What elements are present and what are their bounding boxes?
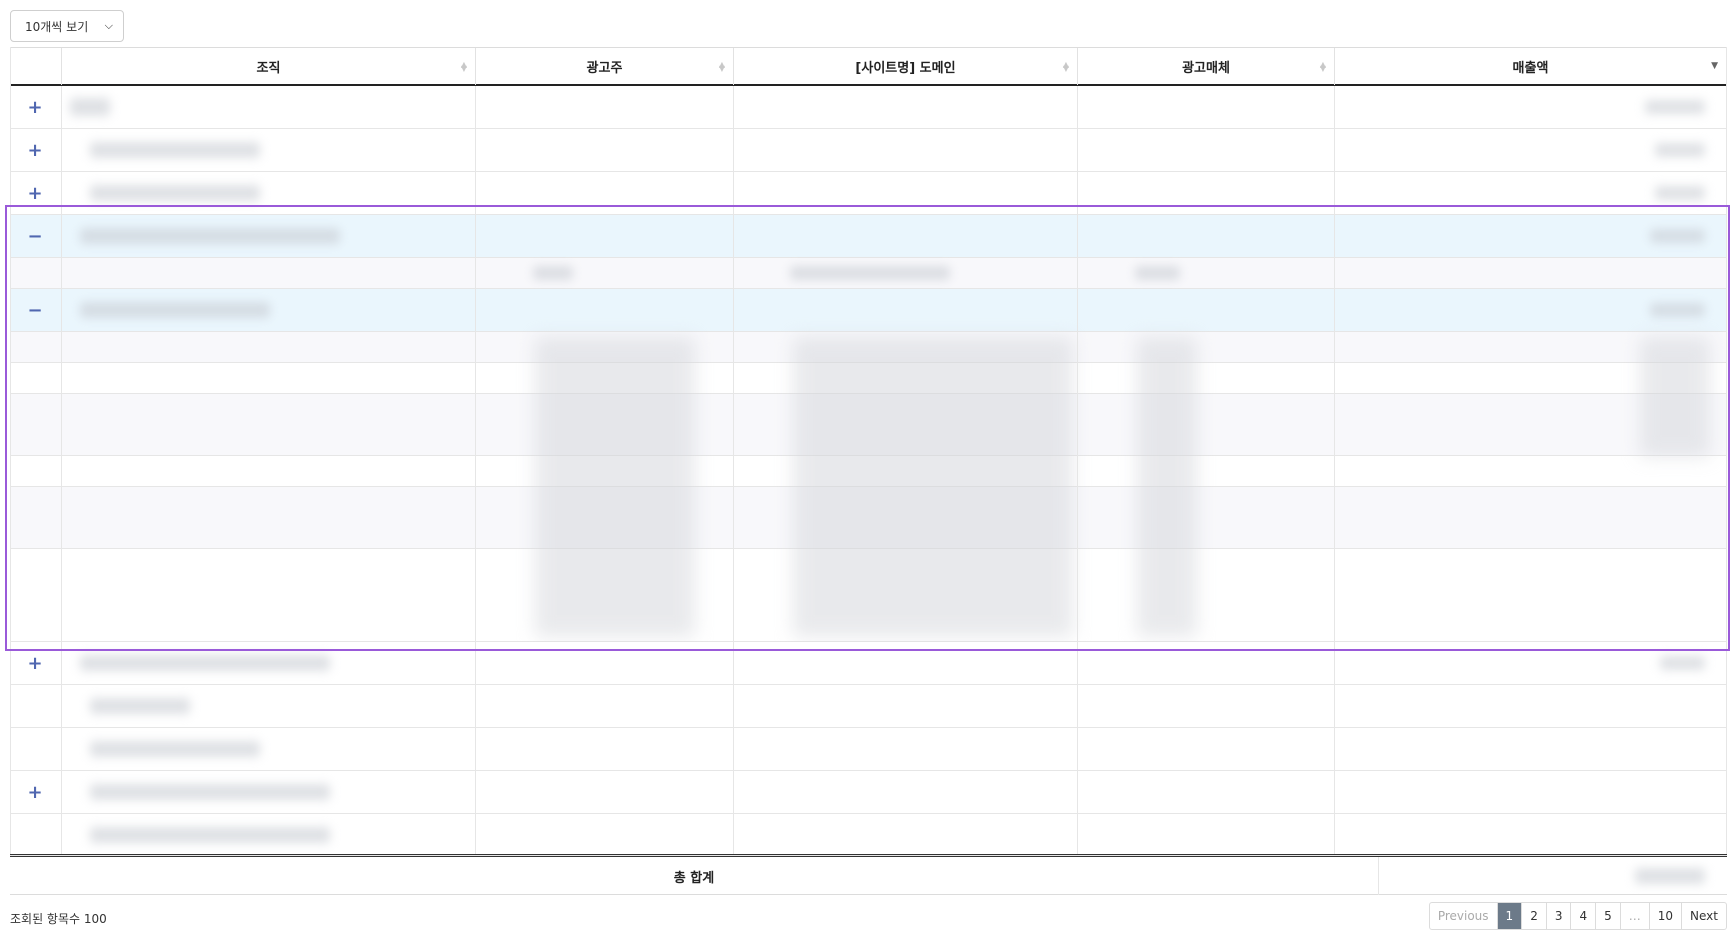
previous-button[interactable]: Previous: [1430, 903, 1497, 929]
redacted-block: [793, 337, 1073, 637]
redacted-text: [90, 185, 260, 201]
column-divider: [733, 86, 734, 856]
page-length-label: 10개씩 보기: [25, 19, 89, 34]
table-footer: 총 합계: [10, 854, 1727, 895]
redacted-text: [533, 266, 573, 280]
table-row: [10, 685, 1727, 728]
plus-icon[interactable]: +: [10, 129, 60, 172]
table-row-expanded: −: [10, 215, 1727, 258]
plus-icon[interactable]: +: [10, 642, 60, 685]
redacted-text: [70, 98, 110, 116]
column-divider: [1077, 86, 1078, 856]
table-row: +: [10, 172, 1727, 215]
minus-icon[interactable]: −: [10, 215, 60, 258]
table-row: +: [10, 771, 1727, 814]
table-row: [10, 728, 1727, 771]
page-4-button[interactable]: 4: [1570, 903, 1595, 929]
pagination: Previous 1 2 3 4 5 … 10 Next: [1428, 902, 1727, 930]
table-row: +: [10, 129, 1727, 172]
redacted-value: [1650, 229, 1705, 243]
redacted-text: [1135, 266, 1180, 280]
sort-icon: ▲ ▼: [460, 60, 467, 73]
header-site-domain[interactable]: [사이트명] 도메인 ▲ ▼: [733, 48, 1077, 85]
header-ad-media[interactable]: 광고매체 ▲ ▼: [1077, 48, 1334, 85]
redacted-value: [1660, 656, 1705, 670]
redacted-text: [80, 655, 330, 671]
redacted-text: [80, 302, 270, 318]
column-divider: [61, 86, 62, 856]
header-toggle-col: [10, 48, 61, 85]
column-divider: [1334, 86, 1335, 856]
record-count: 조회된 항목수 100: [10, 912, 107, 926]
redacted-text: [90, 784, 330, 800]
page-5-button[interactable]: 5: [1595, 903, 1620, 929]
table-child-row: [10, 258, 1727, 289]
ellipsis: …: [1619, 903, 1649, 929]
redacted-total: [1635, 868, 1705, 884]
page-10-button[interactable]: 10: [1648, 903, 1681, 929]
total-label: 총 합계: [673, 870, 715, 886]
sort-desc-icon: ▼: [1711, 61, 1718, 71]
redacted-text: [80, 228, 340, 244]
header-organization[interactable]: 조직 ▲ ▼: [61, 48, 475, 85]
sort-icon: ▲ ▼: [1319, 60, 1326, 73]
next-button[interactable]: Next: [1681, 903, 1726, 929]
table-row: +: [10, 86, 1727, 129]
sort-icon: ▲ ▼: [1062, 60, 1069, 73]
minus-icon[interactable]: −: [10, 289, 60, 332]
table-row: +: [10, 642, 1727, 685]
plus-icon[interactable]: +: [10, 771, 60, 814]
redacted-block: [1640, 337, 1710, 457]
column-divider: [475, 86, 476, 856]
plus-icon[interactable]: +: [10, 86, 60, 129]
page-1-button[interactable]: 1: [1496, 903, 1522, 929]
redacted-value: [1645, 100, 1705, 114]
redacted-text: [790, 266, 950, 280]
table-row: [10, 814, 1727, 856]
redacted-text: [90, 142, 260, 158]
column-divider: [10, 47, 11, 856]
column-divider: [1726, 47, 1727, 856]
data-table: 조직 ▲ ▼ 광고주 ▲ ▼ [사이트명] 도메인 ▲ ▼ 광고매체 ▲ ▼ 매출액 ▼…: [10, 47, 1727, 895]
header-revenue[interactable]: 매출액 ▼: [1334, 48, 1727, 85]
page-2-button[interactable]: 2: [1521, 903, 1546, 929]
column-divider: [1378, 857, 1379, 895]
page-length-select[interactable]: 10개씩 보기 ⌵: [10, 10, 124, 42]
redacted-value: [1650, 303, 1705, 317]
redacted-value: [1655, 186, 1705, 200]
table-header: 조직 ▲ ▼ 광고주 ▲ ▼ [사이트명] 도메인 ▲ ▼ 광고매체 ▲ ▼ 매출액 ▼: [10, 47, 1727, 86]
sort-icon: ▲ ▼: [718, 60, 725, 73]
redacted-text: [90, 741, 260, 757]
redacted-text: [90, 827, 330, 843]
header-advertiser[interactable]: 광고주 ▲ ▼: [475, 48, 733, 85]
redacted-block: [1137, 337, 1197, 637]
redacted-value: [1655, 143, 1705, 157]
page-3-button[interactable]: 3: [1545, 903, 1571, 929]
redacted-block: [535, 337, 695, 637]
plus-icon[interactable]: +: [10, 172, 60, 215]
table-row-expanded: −: [10, 289, 1727, 332]
redacted-text: [90, 698, 190, 714]
chevron-down-icon: ⌵: [104, 19, 113, 32]
